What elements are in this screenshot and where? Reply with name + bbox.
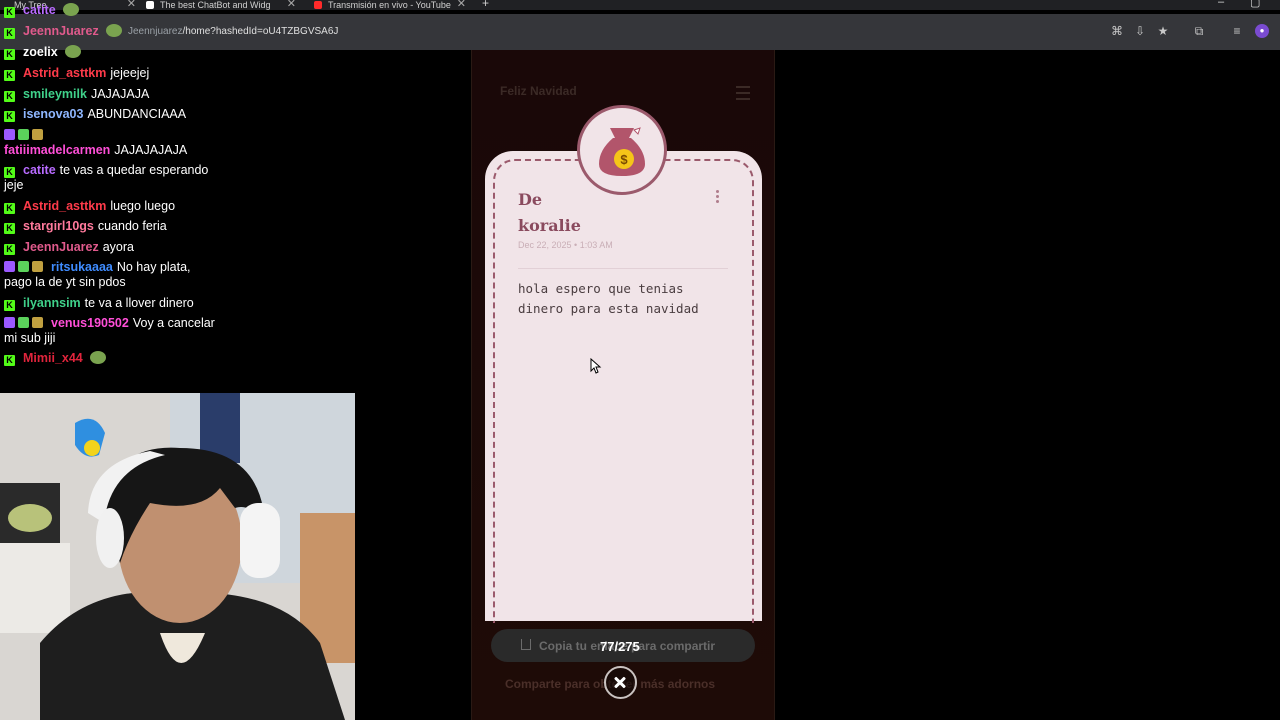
chat-username[interactable]: zoelix — [23, 45, 58, 59]
note-date: Dec 22, 2025 • 1:03 AM — [518, 240, 613, 250]
chat-message: ritsukaaaa No hay plata, pago la de yt si… — [4, 260, 216, 290]
chat-emote-icon — [89, 351, 106, 364]
chat-username[interactable]: ilyannsim — [23, 296, 81, 310]
chat-username[interactable]: ritsukaaaa — [51, 260, 113, 274]
kick-badge-icon: K — [4, 91, 15, 102]
chat-text: JAJAJAJA — [90, 87, 150, 101]
svg-text:$: $ — [620, 152, 628, 167]
translate-icon[interactable]: ⌘ — [1110, 24, 1124, 38]
chat-message: Kzoelix — [4, 45, 216, 60]
chat-message: Kilyannsim te va a llover dinero — [4, 296, 216, 311]
chat-message: K JeennJuarez — [4, 24, 216, 39]
chat-username[interactable]: venus190502 — [51, 316, 129, 330]
note-divider — [518, 268, 728, 269]
kick-badge-icon: K — [4, 111, 15, 122]
chat-username[interactable]: JeennJuarez — [23, 24, 99, 38]
chat-text: jejeejej — [110, 66, 150, 80]
sub-badge-icon — [32, 261, 43, 272]
kick-badge-icon: K — [4, 28, 15, 39]
bookmark-star-icon[interactable]: ★ — [1156, 24, 1170, 38]
chat-text: ayora — [102, 240, 135, 254]
close-note-button[interactable] — [604, 666, 637, 699]
media-icon[interactable]: ≡ — [1230, 24, 1244, 38]
kick-badge-icon: K — [4, 70, 15, 81]
profile-avatar-icon[interactable]: ● — [1255, 24, 1269, 38]
kebab-menu-icon[interactable] — [716, 190, 720, 206]
chat-text: cuando feria — [97, 219, 167, 233]
kick-badge-icon: K — [4, 244, 15, 255]
chat-message: K JeennJuarez ayora — [4, 240, 216, 255]
chat-username[interactable]: fatiiimadelcarmen — [4, 143, 110, 157]
kick-badge-icon: K — [4, 167, 15, 178]
note-sender-name: koralie — [518, 216, 581, 235]
ornament-medallion: $ — [577, 105, 667, 195]
note-from-label: De — [518, 190, 543, 209]
chat-message: fatiiimadelcarmen JAJAJAJAJA — [4, 128, 216, 158]
money-bag-icon: $ — [599, 127, 645, 176]
chat-username[interactable]: JeennJuarez — [23, 240, 99, 254]
mouse-cursor-icon — [590, 358, 602, 374]
kick-badge-icon: K — [4, 355, 15, 366]
sub-badge-icon — [32, 317, 43, 328]
chat-username[interactable]: isenova03 — [23, 107, 83, 121]
chat-username[interactable]: stargirl10gs — [23, 219, 94, 233]
hamburger-menu-icon[interactable] — [736, 86, 750, 100]
chat-text: te va a llover dinero — [84, 296, 194, 310]
site-viewport: Feliz Navidad $ De koralie Dec 22, 2025 … — [471, 50, 775, 720]
stream-chat: Kcatite K JeennJuarez Kzoelix K Astrid_asttkm… — [0, 0, 470, 392]
note-counter: 77/275 — [600, 639, 640, 654]
share-icon — [521, 639, 531, 650]
chat-message: Ksmileymilk JAJAJAJA — [4, 87, 216, 102]
sub-badge-icon — [4, 317, 15, 328]
chat-emote-icon — [105, 24, 122, 37]
chat-username[interactable]: smileymilk — [23, 87, 87, 101]
chat-username[interactable]: Mimii_x44 — [23, 351, 83, 365]
streamer-webcam-image — [0, 393, 355, 720]
chat-emote-icon — [64, 45, 81, 58]
sub-badge-icon — [18, 317, 29, 328]
install-icon[interactable]: ⇩ — [1133, 24, 1147, 38]
note-message: hola espero que tenias dinero para esta … — [518, 281, 699, 316]
chat-username[interactable]: catite — [23, 163, 56, 177]
chat-text: JAJAJAJAJA — [114, 143, 188, 157]
webcam-feed — [0, 393, 355, 720]
chat-username[interactable]: Astrid_asttkm — [23, 66, 106, 80]
chat-username[interactable]: catite — [23, 3, 56, 17]
extensions-icon[interactable]: ⧉ — [1192, 24, 1206, 38]
kick-badge-icon: K — [4, 7, 15, 18]
chat-message: Kcatite — [4, 3, 216, 18]
chat-username[interactable]: Astrid_asttkm — [23, 199, 106, 213]
chat-emote-icon — [62, 3, 79, 16]
maximize-icon[interactable]: ▢ — [1250, 0, 1260, 9]
kick-badge-icon: K — [4, 300, 15, 311]
chat-text: luego luego — [110, 199, 176, 213]
chat-message: Kisenova03 ABUNDANCIAAA — [4, 107, 216, 122]
chat-message: K Astrid_asttkm jejeejej — [4, 66, 216, 81]
new-tab-icon[interactable]: + — [482, 0, 489, 10]
chat-text: ABUNDANCIAAA — [87, 107, 187, 121]
sub-badge-icon — [18, 261, 29, 272]
chat-message: Kstargirl10gs cuando feria — [4, 219, 216, 234]
sub-badge-icon — [4, 129, 15, 140]
minimize-icon[interactable]: – — [1218, 0, 1224, 8]
sub-badge-icon — [4, 261, 15, 272]
chat-message: Kcatite te vas a quedar esperando jeje — [4, 163, 216, 193]
chat-message: venus190502 Voy a cancelar mi sub jiji — [4, 316, 216, 346]
kick-badge-icon: K — [4, 223, 15, 234]
sub-badge-icon — [18, 129, 29, 140]
chat-message: K Mimii_x44 — [4, 351, 216, 366]
sub-badge-icon — [32, 129, 43, 140]
kick-badge-icon: K — [4, 203, 15, 214]
kick-badge-icon: K — [4, 49, 15, 60]
site-title: Feliz Navidad — [500, 84, 577, 98]
chat-message: K Astrid_asttkm luego luego — [4, 199, 216, 214]
